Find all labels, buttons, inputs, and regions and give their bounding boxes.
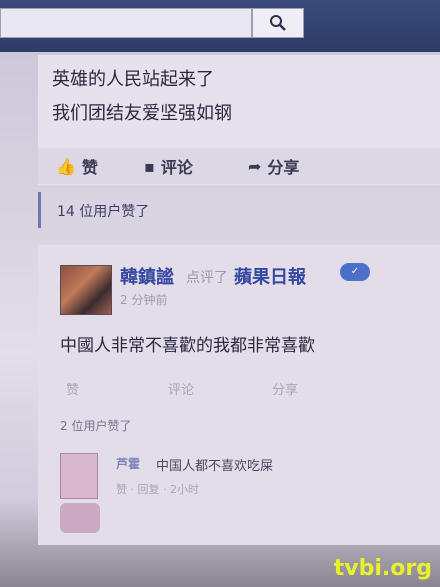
post-actions: 赞 评论 分享 [60,377,420,399]
screen: 英雄的人民站起来了 我们团结友爱坚强如钢 👍 赞 ▪ 评论 ➦ 分享 14 位用… [0,0,440,587]
likes-count[interactable]: 14 位用户赞了 [38,192,440,228]
avatar[interactable] [60,503,100,533]
avatar[interactable] [60,265,112,315]
search-input[interactable] [0,8,252,38]
page-name[interactable]: 蘋果日報 [234,263,306,289]
comment-actions[interactable]: 赞 · 回复 · 2小时 [116,481,199,497]
share-button[interactable]: ➦ 分享 [248,154,299,178]
comment: 芦霍 中国人都不喜欢吃屎 赞 · 回复 · 2小时 [60,453,400,508]
author-name[interactable]: 韓鎮謐 [120,263,174,289]
thumbs-up-icon: 👍 [56,156,76,176]
search-button[interactable] [252,8,304,38]
comment-button[interactable]: ▪ 评论 [144,154,193,178]
comment-text: 中国人都不喜欢吃屎 [156,459,274,474]
action-text: 点评了 [186,270,228,286]
likes-count[interactable]: 2 位用户赞了 [60,417,131,434]
search-icon [270,15,286,31]
post-text-line: 我们团结友爱坚强如钢 [52,103,232,124]
share-icon: ➦ [248,156,262,176]
top-bar [0,0,440,52]
like-button[interactable]: 赞 [66,379,79,398]
post-text: 中國人非常不喜歡的我都非常喜歡 [60,336,315,356]
verified-badge: ✓ [340,263,370,281]
timestamp: 2 分钟前 [120,293,168,307]
post-text-line: 英雄的人民站起来了 [52,69,214,90]
post-card-2: 韓鎮謐 点评了 蘋果日報 ✓ 2 分钟前 中國人非常不喜歡的我都非常喜歡 赞 评… [38,245,440,545]
comment-icon: ▪ [144,156,155,176]
post-actions: 👍 赞 ▪ 评论 ➦ 分享 [38,148,440,184]
watermark: tvbi.org [333,556,432,581]
comment-button[interactable]: 评论 [168,379,194,398]
share-button[interactable]: 分享 [272,379,298,398]
avatar[interactable] [60,453,98,499]
commenter-name[interactable]: 芦霍 [116,455,140,472]
like-button[interactable]: 👍 赞 [56,154,98,178]
